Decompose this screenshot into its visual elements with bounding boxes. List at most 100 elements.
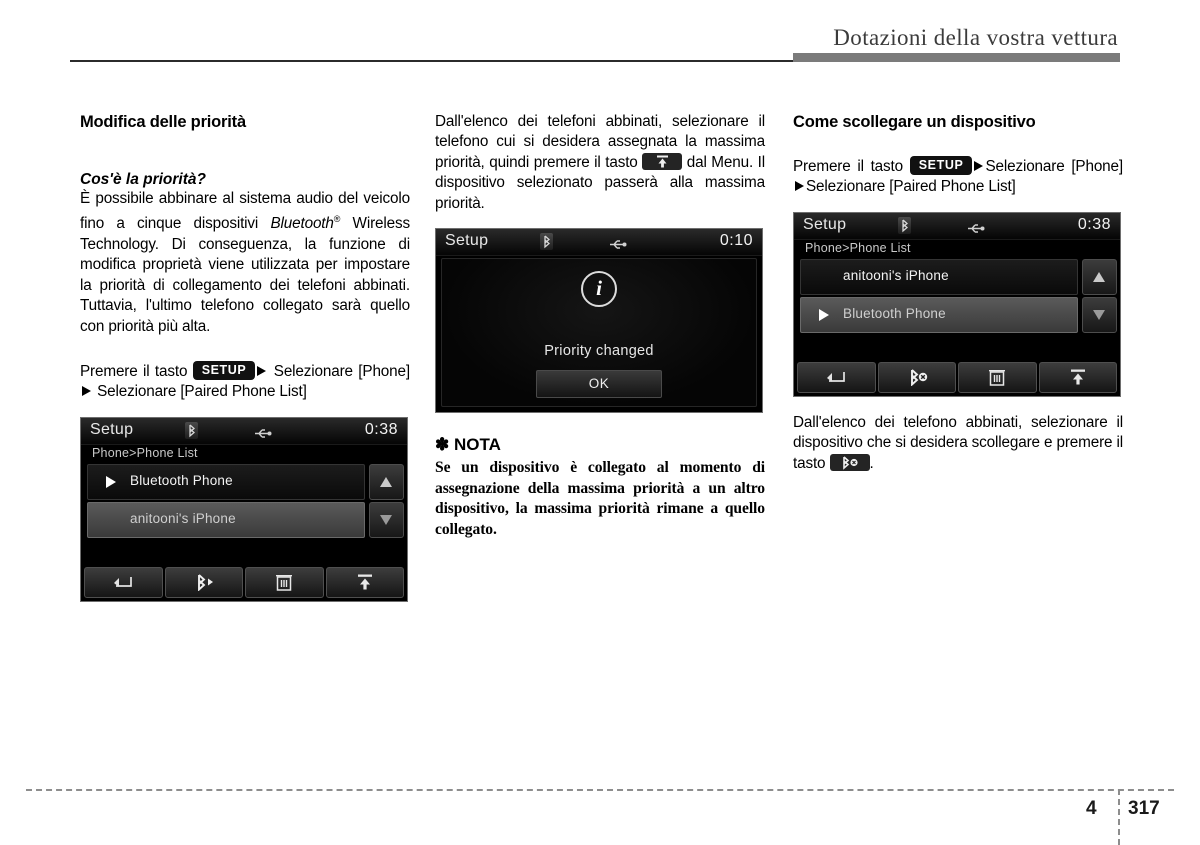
page-header: Dotazioni della vostra vettura [0,0,1200,70]
list-item[interactable]: Bluetooth Phone [87,463,365,500]
chevron-right-icon [257,365,267,376]
screen-title: Setup [803,215,847,233]
page-number: 317 [1128,798,1160,819]
play-marker-icon [106,475,116,488]
bluetooth-status-icon [898,216,911,234]
priority-top-icon [657,155,669,168]
phone-list: anitooni's iPhone Bluetooth Phone [800,258,1078,335]
usb-glyph [968,224,985,233]
screenshot-phone-list-before: Setup 0:38 Phone>Phone List Bluetooth Ph… [80,416,408,602]
scroll-up-button[interactable] [369,463,404,500]
header-rule-thick [793,53,1120,62]
dialog-ok-button[interactable]: OK [536,370,662,399]
screen-title: Setup [445,232,489,250]
chevron-right-icon [795,181,804,192]
header-rule-thin [70,60,795,62]
column-left: Modifica delle priorità Cos'è la priorit… [80,112,410,602]
paragraph-suffix: . [869,454,874,472]
instruction-suffix-1: Selezionare [Phone] [268,362,410,380]
trash-icon [989,370,1006,387]
priority-top-button-chip[interactable] [642,152,683,170]
usb-glyph [255,429,272,438]
priority-top-icon [1070,369,1085,385]
delete-button[interactable] [245,566,324,598]
play-marker-icon [819,308,829,321]
back-button[interactable] [797,361,876,393]
usb-status-icon [608,237,628,249]
footer-rule [26,789,1174,791]
footer-separator [1118,789,1120,845]
list-item[interactable]: Bluetooth Phone [800,296,1078,333]
note-body: Se un dispositivo è collegato al momento… [435,459,765,538]
instruction-setup-path-1: Premere il tasto SETUP Selezionare [Phon… [80,360,410,403]
scroll-down-button[interactable] [369,501,404,538]
section-title-modifica-priorita: Modifica delle priorità [80,113,246,131]
bluetooth-status-icon [540,233,553,251]
chevron-right-icon [82,386,91,397]
back-arrow-icon [827,372,846,383]
bluetooth-disconnect-button[interactable] [877,361,956,393]
bluetooth-disconnect-icon [910,369,927,387]
bluetooth-connect-button[interactable] [164,566,243,598]
list-item-label: Bluetooth Phone [843,305,946,321]
priority-top-icon [357,574,372,590]
chevron-up-icon [1093,271,1105,282]
screenshot-priority-changed-dialog: Setup 0:10 i Priority changed OK [435,228,763,414]
setup-button-chip[interactable]: SETUP [192,360,256,380]
column-middle: Dall'elenco dei telefoni abbinati, selez… [435,112,765,540]
scrollbar-controls[interactable] [1082,258,1117,335]
paragraph-text-part2: Wireless Technology. Di conseguenza, la … [80,215,410,335]
list-item[interactable]: anitooni's iPhone [87,501,365,538]
trash-icon [276,575,293,591]
asterisk-icon: ✽ [435,435,450,455]
screen-clock: 0:38 [364,420,398,438]
bluetooth-disconnect-icon [842,456,858,470]
scrollbar-controls[interactable] [369,463,404,540]
subsection-title-cose-la-priorita: Cos'è la priorità? [80,171,206,188]
scroll-up-button[interactable] [1082,258,1117,295]
list-item-label: Bluetooth Phone [130,472,233,488]
setup-button-chip[interactable]: SETUP [909,156,973,175]
phone-list: Bluetooth Phone anitooni's iPhone [87,463,365,540]
instruction-prefix: Premere il tasto [793,158,910,175]
back-arrow-icon [114,577,133,588]
instruction-setup-path-2: Premere il tasto SETUP Selezionare [Phone… [793,156,1123,198]
list-item[interactable]: anitooni's iPhone [800,258,1078,295]
instruction-prefix: Premere il tasto [80,362,193,380]
dialog-body: i Priority changed OK [441,258,757,408]
bluetooth-connect-icon [197,574,213,592]
delete-button[interactable] [958,361,1037,393]
dialog-message: Priority changed [544,343,654,360]
chevron-down-icon [380,514,392,525]
scroll-down-button[interactable] [1082,296,1117,333]
instruction-suffix-2: Selezionare [Paired Phone List] [806,178,1016,196]
info-icon: i [581,271,617,308]
bluetooth-glyph [544,235,550,249]
screen-toolbar [797,361,1117,393]
paragraph-disconnect-device: Dall'elenco dei telefono abbinati, selez… [793,413,1123,474]
usb-status-icon [966,221,986,233]
set-priority-button[interactable] [325,566,404,598]
screen-breadcrumb: Phone>Phone List [92,445,198,460]
bluetooth-wordmark: Bluetooth [270,215,334,233]
set-priority-button[interactable] [1038,361,1117,393]
section-title-come-scollegare: Come scollegare un dispositivo [793,113,1036,131]
screenshot-phone-list-after: Setup 0:38 Phone>Phone List anitooni's i… [793,211,1121,397]
screen-clock: 0:10 [719,232,753,250]
bluetooth-disconnect-button-chip[interactable] [829,453,870,471]
note-heading-label: NOTA [453,435,501,455]
screen-breadcrumb: Phone>Phone List [805,240,911,255]
bluetooth-glyph [189,424,195,438]
screen-toolbar [84,566,404,598]
paragraph-priority-explained: È possibile abbinare al sistema audio de… [80,189,410,337]
back-button[interactable] [84,566,163,598]
column-right: Come scollegare un dispositivo Premere i… [793,112,1123,474]
list-item-label: anitooni's iPhone [843,267,949,283]
screen-clock: 0:38 [1077,215,1111,233]
